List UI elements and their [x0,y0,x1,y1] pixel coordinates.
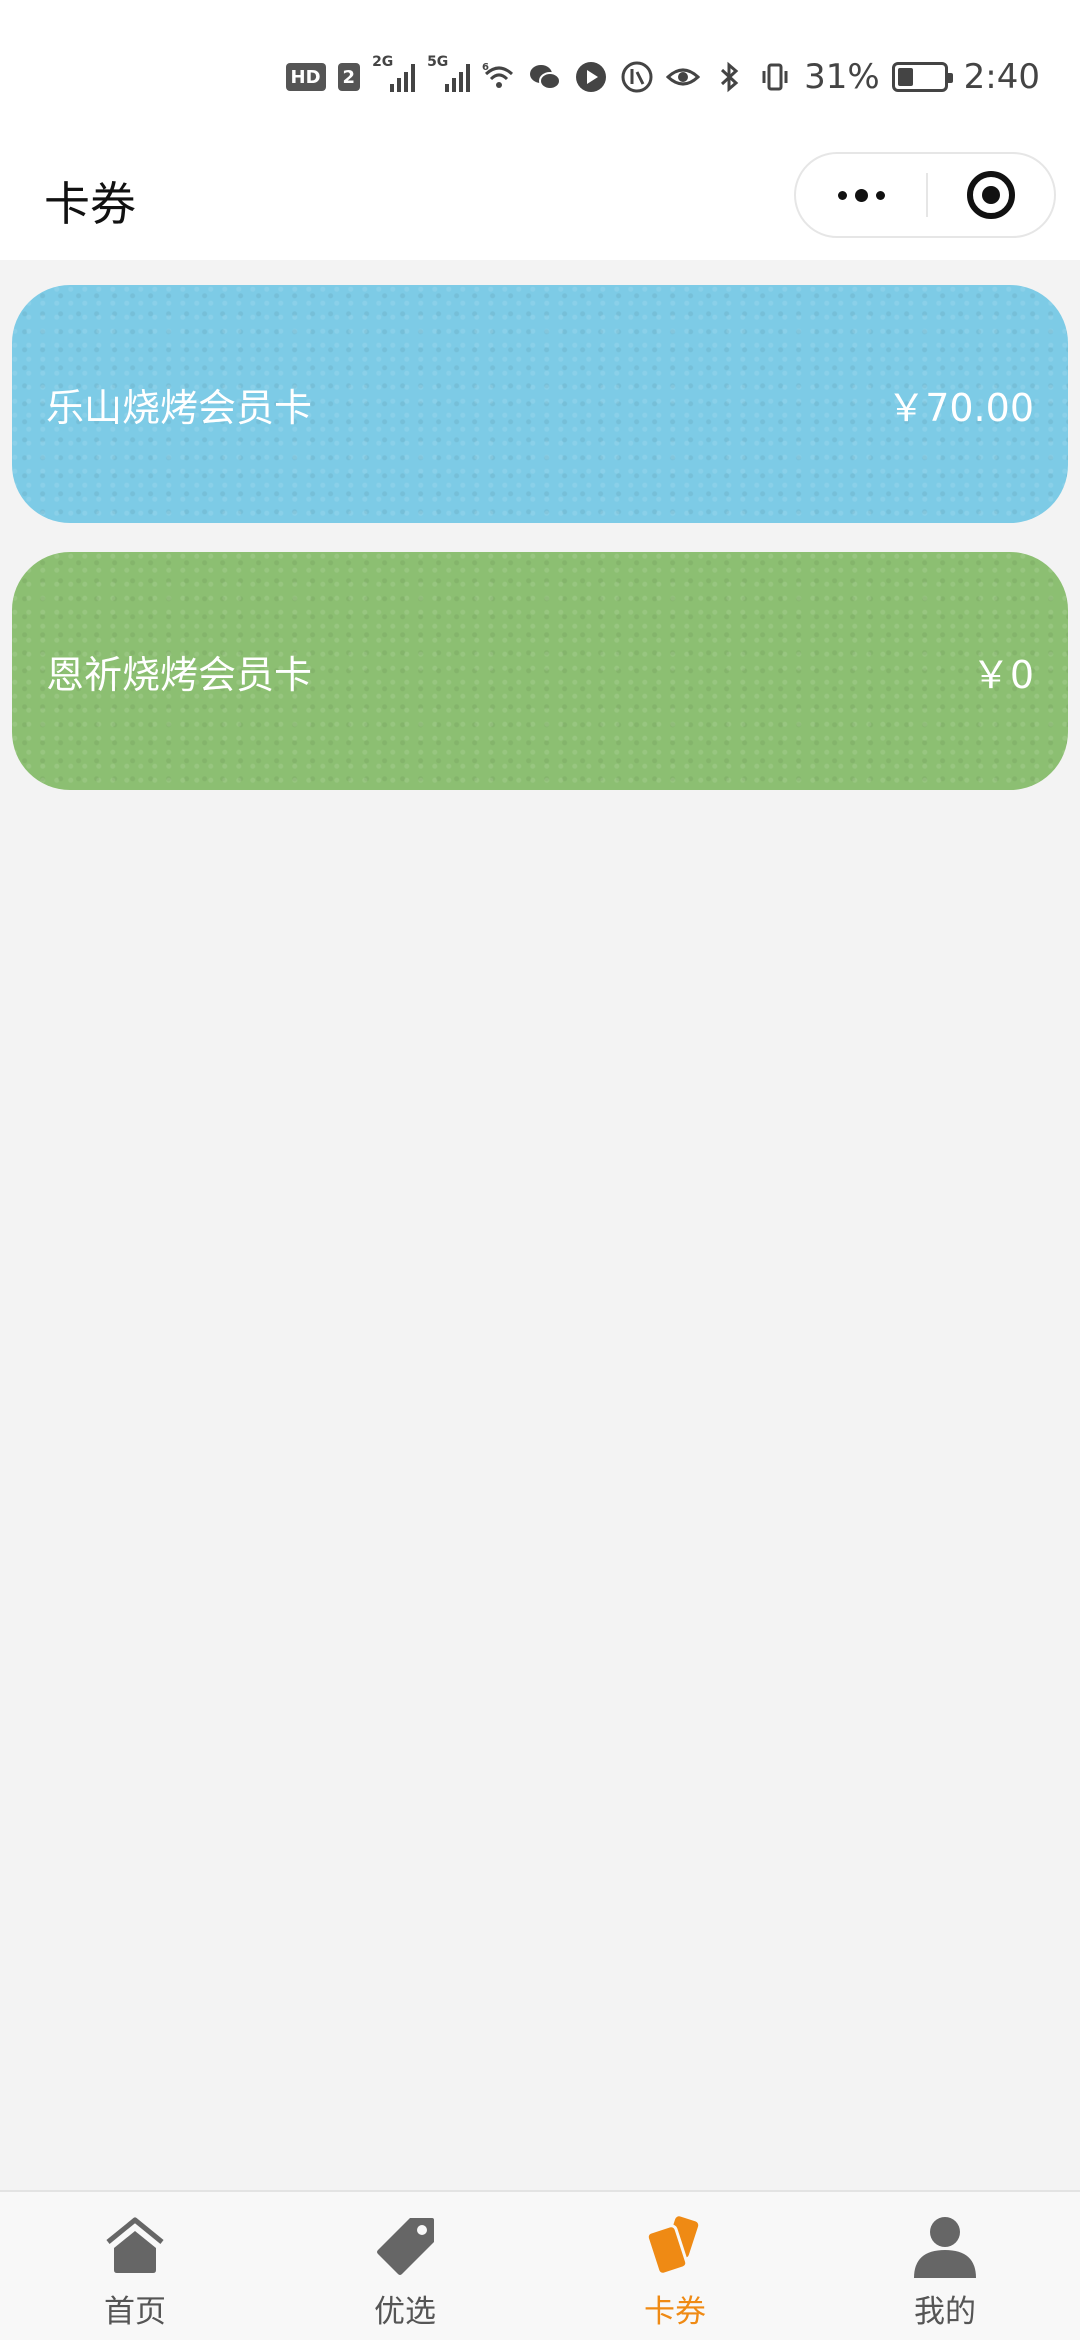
tab-home[interactable]: 首页 [0,2192,270,2340]
more-button[interactable] [796,154,926,236]
tab-label: 卡券 [644,2294,706,2330]
more-dots-icon [837,190,847,200]
status-bar: HD 2 2G 5G 6 31% 2:40 [0,0,1080,150]
bottom-tab-bar: 首页 优选 卡券 我的 [0,2190,1080,2340]
card-balance: ￥70.00 [887,385,1034,430]
target-icon [967,171,1015,219]
tab-label: 首页 [104,2294,166,2330]
tag-icon [377,2218,434,2275]
wifi-icon: 6 [482,62,514,88]
signal-5g-icon: 5G [427,54,471,92]
tab-cards[interactable]: 卡券 [540,2192,810,2340]
eye-icon [666,68,701,86]
card-name: 乐山烧烤会员卡 [46,385,313,430]
card-name: 恩祈烧烤会员卡 [46,652,313,697]
clock: 2:40 [963,57,1040,97]
tab-featured[interactable]: 优选 [270,2192,540,2340]
battery-icon [891,62,953,92]
user-icon [914,2217,976,2278]
member-card[interactable]: 恩祈烧烤会员卡 ￥0 [12,552,1068,790]
wechat-icon [530,65,562,90]
sim-badge: 2 [337,63,361,91]
member-card[interactable]: 乐山烧烤会员卡 ￥70.00 [12,285,1068,523]
video-play-icon [576,62,607,92]
nav-header: 卡券 [0,150,1080,260]
bluetooth-icon [721,61,739,93]
home-icon [106,2217,164,2273]
miniprogram-capsule [794,152,1056,238]
status-icons: HD 2 2G 5G 6 31% 2:40 [285,52,1040,102]
page-title: 卡券 [44,177,136,231]
tab-label: 我的 [914,2294,976,2330]
battery-percent: 31% [804,57,880,97]
close-miniprogram-button[interactable] [928,154,1054,236]
battery-fill [897,68,914,86]
hd-badge: HD [285,63,326,91]
cards-icon [645,2216,699,2276]
vibrate-icon [762,63,788,91]
tab-label: 优选 [374,2294,436,2330]
tab-mine[interactable]: 我的 [810,2192,1080,2340]
data-saver-icon [621,61,653,93]
card-balance: ￥0 [971,652,1034,697]
signal-2g-icon: 2G [372,54,416,92]
